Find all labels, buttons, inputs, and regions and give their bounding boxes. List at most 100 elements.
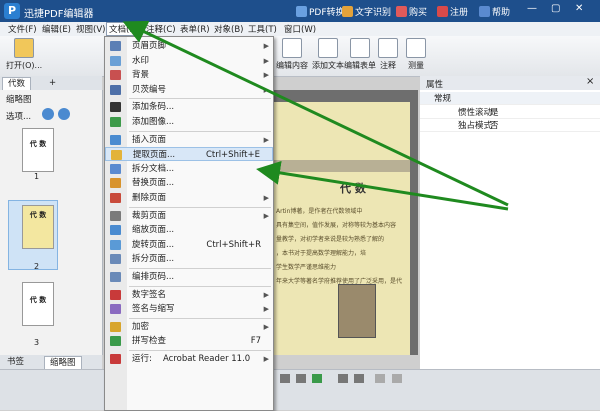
- minimize-icon[interactable]: —: [527, 3, 537, 14]
- menu-item-15[interactable]: 缩放页面...: [105, 223, 273, 237]
- menu-item-11[interactable]: 替换页面...: [105, 176, 273, 190]
- last-page-icon[interactable]: [354, 374, 364, 383]
- document-text-line: ，本书对于提高数学理解能力，培: [276, 250, 367, 257]
- menu-item-label: 添加图像...: [132, 117, 175, 127]
- tab-thumbnails[interactable]: 缩略图: [44, 356, 82, 370]
- menu-item-17[interactable]: 拆分页面...: [105, 252, 273, 266]
- menu-item[interactable]: 编辑(E): [40, 23, 73, 35]
- menu-item-label: 页眉页脚: [132, 41, 167, 51]
- options-dropdown[interactable]: 选项...: [6, 110, 31, 122]
- page-number: 1: [34, 172, 40, 181]
- title-button-icon: [479, 6, 490, 17]
- title-button[interactable]: 注册: [437, 5, 468, 18]
- menu-item-14[interactable]: 裁剪页面 ▶: [105, 209, 273, 223]
- thumb-title: 代 数: [29, 296, 47, 304]
- toolbar-tool[interactable]: 测量: [406, 38, 426, 71]
- menu-item-icon: [110, 134, 121, 145]
- menu-item-icon: [110, 55, 121, 66]
- menu-item[interactable]: 视图(V): [74, 23, 107, 35]
- menu-item[interactable]: 文档(D): [106, 22, 143, 36]
- menu-item-label: 删除页面: [132, 193, 167, 203]
- menu-item-22[interactable]: 签名与缩写 ▶: [105, 302, 273, 316]
- menu-item[interactable]: 工具(T): [246, 23, 279, 35]
- menu-item-label: 数字签名: [132, 289, 167, 300]
- title-button-icon: [342, 6, 353, 17]
- menu-item-5[interactable]: 添加条码...: [105, 100, 273, 114]
- add-tab-button[interactable]: +: [44, 77, 61, 90]
- section-label: 常规: [434, 94, 452, 104]
- menu-item-label: 插入页面: [132, 134, 167, 145]
- toolbar-tool[interactable]: 编辑内容: [276, 38, 308, 71]
- zoom-in-icon[interactable]: [42, 108, 54, 120]
- open-label: 打开(O)...: [6, 61, 43, 70]
- toolbar-tool[interactable]: 添加文本: [312, 38, 344, 71]
- page-header-band: [272, 160, 410, 172]
- menu-item-6[interactable]: 添加图像...: [105, 115, 273, 129]
- tool-label: 添加文本: [312, 61, 344, 70]
- menu-item-21[interactable]: 数字签名 ▶: [105, 288, 273, 302]
- properties-title: 属性: [426, 80, 444, 90]
- toolbar-tool[interactable]: 注释: [378, 38, 398, 71]
- menu-item[interactable]: 表单(R): [178, 23, 212, 35]
- title-button-label: 购买: [409, 8, 428, 18]
- menu-item-10[interactable]: 拆分文档...: [105, 162, 273, 176]
- menu-item-9[interactable]: 提取页面... Ctrl+Shift+E: [105, 147, 273, 162]
- menu-item-0[interactable]: 页眉页脚 ▶: [105, 39, 273, 53]
- tool-icon: [350, 38, 370, 58]
- open-button[interactable]: 打开(O)...: [6, 38, 42, 71]
- title-button[interactable]: 帮助: [479, 5, 510, 18]
- menu-item-label: 编排页码...: [132, 272, 175, 282]
- properties-section[interactable]: 常规: [420, 92, 600, 105]
- tool-label: 测量: [408, 61, 424, 70]
- maximize-icon[interactable]: ▢: [551, 3, 560, 14]
- menu-item-24[interactable]: 加密 ▶: [105, 320, 273, 334]
- close-icon[interactable]: ×: [586, 76, 594, 87]
- menu-item-icon: [110, 41, 121, 51]
- tab-bookmarks[interactable]: 书签: [2, 356, 29, 369]
- prev-page-icon[interactable]: [296, 374, 306, 383]
- property-row[interactable]: 惯性滚动是: [420, 106, 600, 119]
- property-row[interactable]: 独占模式否: [420, 119, 600, 132]
- title-button[interactable]: 购买: [396, 5, 427, 18]
- menu-item[interactable]: 对象(B): [212, 23, 245, 35]
- menu-item-8[interactable]: 插入页面 ▶: [105, 133, 273, 147]
- menu-item[interactable]: 注释(C): [144, 23, 178, 35]
- menu-item-12[interactable]: 删除页面 ▶: [105, 191, 273, 205]
- play-icon[interactable]: [312, 374, 322, 383]
- first-page-icon[interactable]: [280, 374, 290, 383]
- tab-document[interactable]: 代数: [2, 77, 32, 91]
- menu-item-27[interactable]: 运行: Acrobat Reader 11.0 ▶: [105, 352, 273, 366]
- menu-item[interactable]: 窗口(W): [282, 23, 318, 35]
- title-button-icon: [296, 6, 307, 17]
- page-number: 3: [34, 338, 40, 347]
- page-thumbnail[interactable]: 代 数: [22, 128, 54, 172]
- app-title: 迅捷PDF编辑器: [24, 9, 94, 20]
- menu-item[interactable]: 文件(F): [6, 23, 39, 35]
- close-window-icon[interactable]: ✕: [575, 3, 583, 14]
- toolbar-tool[interactable]: 编辑表单: [344, 38, 376, 71]
- page-thumbnail[interactable]: 代 数: [22, 205, 54, 249]
- menu-item-16[interactable]: 旋转页面... Ctrl+Shift+R: [105, 238, 273, 252]
- zoom-out-icon[interactable]: [58, 108, 70, 120]
- menu-item-3[interactable]: 贝茨编号 ▶: [105, 83, 273, 97]
- next-page-icon[interactable]: [338, 374, 348, 383]
- menu-item-label: 缩放页面...: [132, 225, 175, 236]
- submenu-arrow-icon: ▶: [263, 322, 269, 331]
- menu-item-icon: [110, 304, 121, 315]
- menu-item-icon: [110, 289, 121, 300]
- menu-item-25[interactable]: 拼写检查 F7: [105, 334, 273, 348]
- layout-icon[interactable]: [392, 374, 402, 383]
- title-button[interactable]: PDF转换: [296, 5, 345, 18]
- menu-item-1[interactable]: 水印 ▶: [105, 54, 273, 68]
- submenu-arrow-icon: ▶: [263, 290, 269, 299]
- menu-item-19[interactable]: 编排页码...: [105, 270, 273, 284]
- menu-item-icon: [110, 254, 121, 265]
- page-thumbnail[interactable]: 代 数: [22, 282, 54, 326]
- title-button[interactable]: 文字识别: [342, 5, 391, 18]
- menu-item-shortcut: Ctrl+Shift+R: [206, 239, 261, 250]
- menu-item-icon: [110, 239, 121, 250]
- menu-item-icon: [110, 70, 121, 81]
- layout-icon[interactable]: [375, 374, 385, 383]
- menu-item-2[interactable]: 背景 ▶: [105, 68, 273, 82]
- properties-header: 属性 ×: [420, 76, 600, 91]
